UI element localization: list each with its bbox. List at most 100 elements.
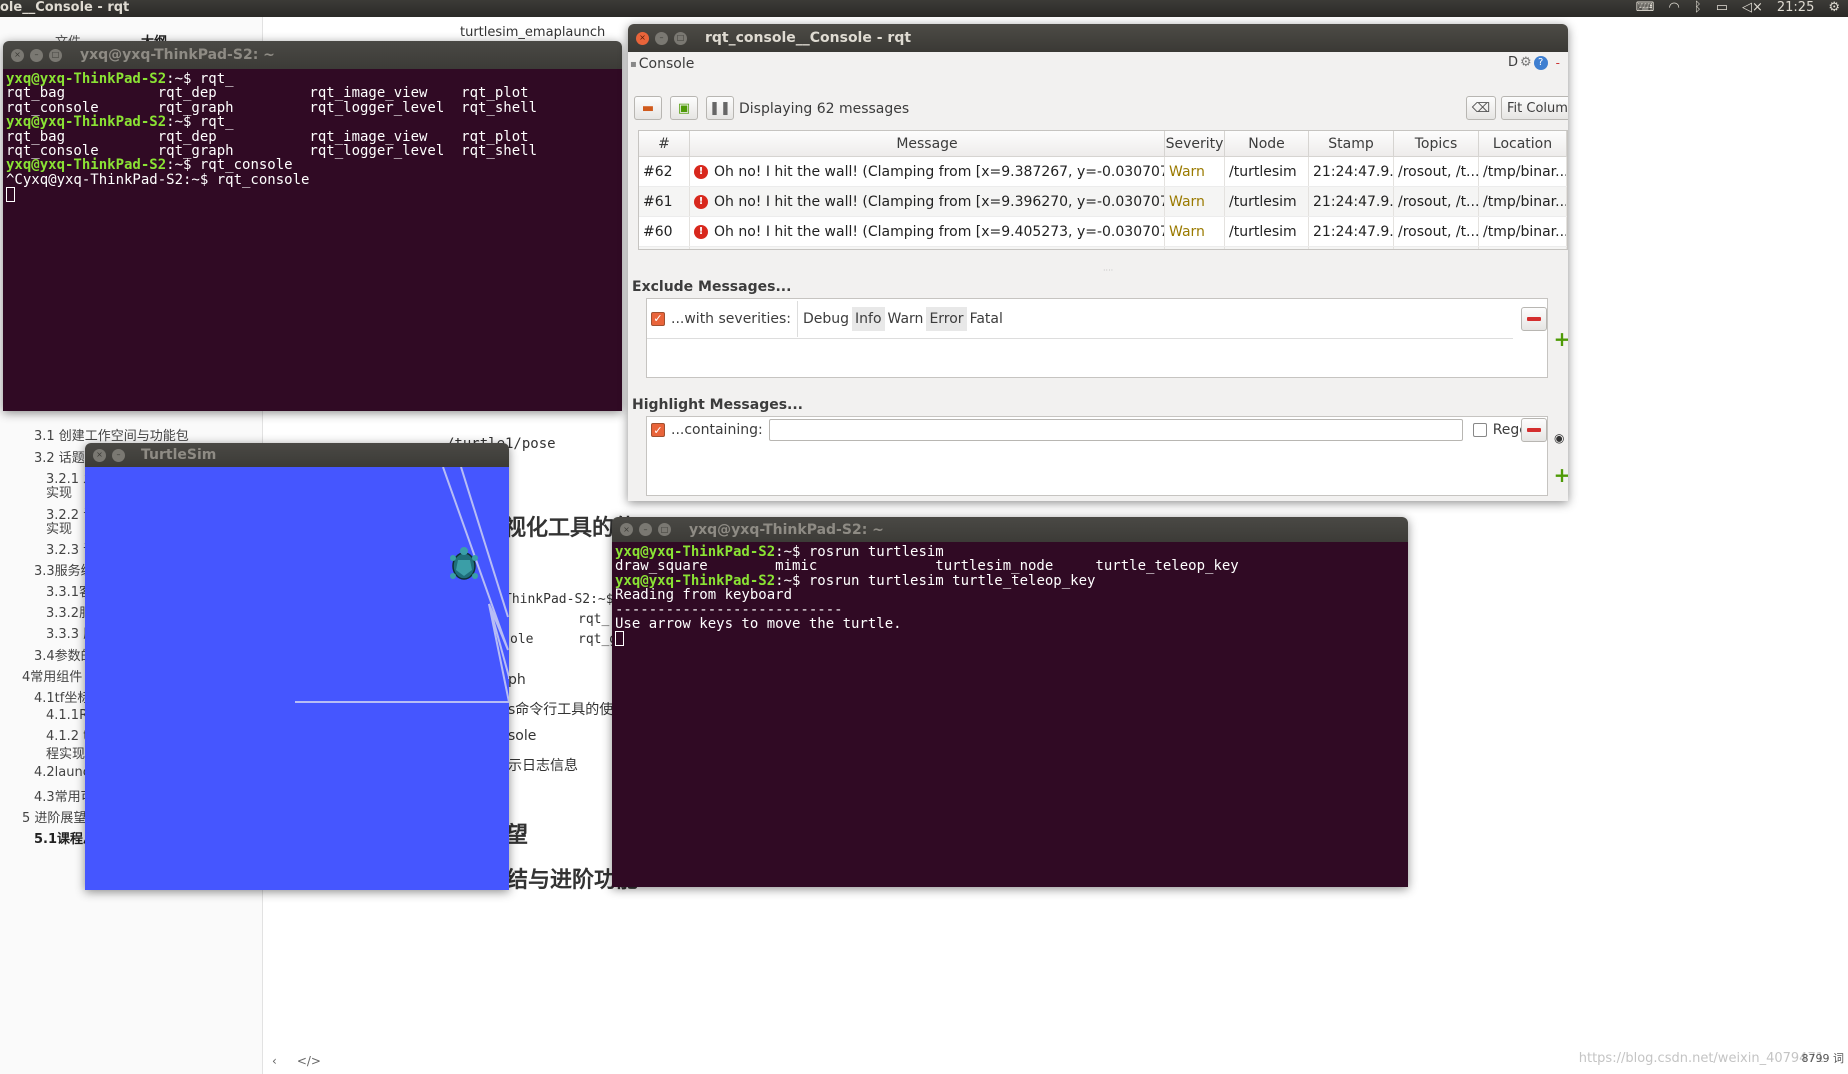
col-location[interactable]: Location xyxy=(1479,131,1567,156)
splitter-handle[interactable]: ···· xyxy=(1103,266,1113,275)
minimize-icon[interactable]: – xyxy=(655,31,668,45)
terminal-2-titlebar[interactable]: × – □ yxq@yxq-ThinkPad-S2: ~ xyxy=(612,517,1408,542)
terminal-1-output[interactable]: yxq@yxq-ThinkPad-S2:~$ rqt_ rqt_bag rqt_d… xyxy=(3,69,622,411)
col-node[interactable]: Node xyxy=(1225,131,1309,156)
toc-item[interactable]: 实现 xyxy=(46,482,72,501)
terminal-1-title: yxq@yxq-ThinkPad-S2: ~ xyxy=(80,47,275,63)
fit-columns-button[interactable]: Fit Columns xyxy=(1501,96,1568,120)
terminal-text: ^Cyxq@yxq-ThinkPad-S2:~$ rqt_console xyxy=(6,171,310,188)
open-button[interactable]: ▬ xyxy=(634,96,662,120)
add-exclude-button[interactable]: + xyxy=(1552,327,1568,351)
terminal-line: yxq@yxq-ThinkPad-S2:~$ rqt_ xyxy=(6,72,619,86)
dock-button[interactable]: D xyxy=(1508,55,1518,70)
severity-warn[interactable]: Warn xyxy=(885,307,927,331)
doc-text-fragment: 望 xyxy=(506,823,529,848)
status-text: Displaying 62 messages xyxy=(739,101,910,117)
rqt-console-window[interactable]: × – □ rqt_console__Console - rqt ▪ Conso… xyxy=(628,24,1568,501)
severity-fatal[interactable]: Fatal xyxy=(967,307,1006,331)
terminal-1-titlebar[interactable]: × – □ yxq@yxq-ThinkPad-S2: ~ xyxy=(3,41,622,69)
rqt-titlebar[interactable]: × – □ rqt_console__Console - rqt xyxy=(628,24,1568,52)
keyboard-icon[interactable]: ⌨ xyxy=(1636,0,1655,16)
cell-message: ! Oh no! I hit the wall! (Clamping from [… xyxy=(690,217,1165,246)
severity-debug[interactable]: Debug xyxy=(800,307,852,331)
collapse-sidebar-icon[interactable]: ‹ xyxy=(272,1054,277,1068)
table-header: # Message Severity Node Stamp Topics Loc… xyxy=(639,131,1567,157)
toc-item[interactable]: 4常用组件 xyxy=(22,666,82,685)
message-table[interactable]: # Message Severity Node Stamp Topics Loc… xyxy=(638,130,1568,250)
cell-node: /turtlesim xyxy=(1225,157,1309,186)
terminal-line: rqt_console rqt_graph rqt_logger_level r… xyxy=(6,144,619,158)
message-rows: #62! Oh no! I hit the wall! (Clamping fro… xyxy=(639,157,1567,249)
exclude-enable-checkbox[interactable]: ✓ xyxy=(651,311,665,326)
table-row[interactable]: #61! Oh no! I hit the wall! (Clamping fro… xyxy=(639,187,1567,217)
terminal-cursor xyxy=(615,631,624,647)
highlight-text-input[interactable] xyxy=(768,419,1463,441)
battery-icon[interactable]: ▭ xyxy=(1716,0,1728,16)
plugin-handle-icon[interactable]: ▪ xyxy=(630,59,637,70)
wifi-icon[interactable]: ◠ xyxy=(1669,0,1680,16)
settings-gear-icon[interactable]: ⚙ xyxy=(1828,0,1840,16)
severity-list[interactable]: Debug Info Warn Error Fatal xyxy=(796,300,1006,337)
close-icon[interactable]: × xyxy=(620,523,633,536)
maximize-icon[interactable]: □ xyxy=(49,48,62,62)
turtlesim-window[interactable]: × – TurtleSim xyxy=(85,443,509,890)
volume-icon[interactable]: ◁× xyxy=(1742,0,1763,16)
maximize-icon[interactable]: □ xyxy=(658,523,671,536)
highlight-options-icon[interactable]: ◉ xyxy=(1554,431,1564,445)
close-icon[interactable]: × xyxy=(93,448,106,462)
close-icon[interactable]: × xyxy=(636,31,649,45)
terminal-window-2[interactable]: × – □ yxq@yxq-ThinkPad-S2: ~ yxq@yxq-Thi… xyxy=(612,517,1408,887)
toc-item[interactable]: 实现 xyxy=(46,518,72,537)
terminal-text: :~$ rosrun turtlesim turtle_teleop_key xyxy=(775,572,1096,589)
doc-text-fragment: turtlesim_emaplaunch xyxy=(460,25,606,40)
turtlesim-titlebar[interactable]: × – TurtleSim xyxy=(85,443,509,467)
highlight-enable-checkbox[interactable]: ✓ xyxy=(651,423,665,437)
regex-checkbox[interactable] xyxy=(1472,423,1487,437)
settings-icon[interactable]: ⚙ xyxy=(1520,55,1532,70)
terminal-2-title: yxq@yxq-ThinkPad-S2: ~ xyxy=(689,521,884,538)
highlight-filter-label: ...containing: xyxy=(671,422,763,438)
terminal-window-1[interactable]: × – □ yxq@yxq-ThinkPad-S2: ~ yxq@yxq-Thi… xyxy=(3,41,622,411)
severity-error[interactable]: Error xyxy=(926,306,967,331)
col-id[interactable]: # xyxy=(639,131,690,156)
col-stamp[interactable]: Stamp xyxy=(1309,131,1394,156)
error-icon: ! xyxy=(694,224,708,239)
col-severity[interactable]: Severity xyxy=(1165,131,1225,156)
minimize-icon[interactable]: – xyxy=(30,48,43,62)
minimize-icon[interactable]: – xyxy=(112,448,125,462)
toc-item[interactable]: 5 进阶展望 xyxy=(22,807,86,826)
table-row[interactable]: #59!Oh no! I hit the wall! (Clamping fro… xyxy=(639,247,1567,249)
maximize-icon[interactable]: □ xyxy=(674,31,687,45)
col-message[interactable]: Message xyxy=(690,131,1165,156)
close-icon[interactable]: × xyxy=(11,48,24,62)
table-row[interactable]: #60! Oh no! I hit the wall! (Clamping fro… xyxy=(639,217,1567,247)
save-button[interactable]: ▣ xyxy=(670,96,698,120)
col-topics[interactable]: Topics xyxy=(1394,131,1479,156)
pause-button[interactable]: ❚❚ xyxy=(706,96,734,120)
severity-info[interactable]: Info xyxy=(852,306,885,331)
add-highlight-button[interactable]: + xyxy=(1552,463,1568,487)
highlight-filter-row: ✓ ...containing: Regex xyxy=(647,417,1549,443)
cell-stamp: 21:24:47.9... xyxy=(1309,247,1394,249)
highlight-box: ✓ ...containing: Regex xyxy=(646,416,1548,496)
close-plugin-icon[interactable]: - xyxy=(1556,56,1560,70)
terminal-line: Use arrow keys to move the turtle. xyxy=(615,617,1405,631)
bluetooth-icon[interactable]: ᛒ xyxy=(1694,0,1702,16)
cell-severity: Warn xyxy=(1165,217,1225,246)
toc-item[interactable]: 3.1 创建工作空间与功能包 xyxy=(34,425,189,444)
cell-stamp: 21:24:47.9... xyxy=(1309,217,1394,246)
clock[interactable]: 21:25 xyxy=(1777,0,1814,16)
source-code-icon[interactable]: </> xyxy=(297,1054,321,1068)
remove-exclude-button[interactable] xyxy=(1521,307,1547,331)
clear-button[interactable]: ⌫ xyxy=(1466,96,1496,120)
toc-item[interactable]: 程实现 xyxy=(46,743,85,762)
terminal-2-output[interactable]: yxq@yxq-ThinkPad-S2:~$ rosrun turtlesim d… xyxy=(612,542,1408,887)
cell-location: /tmp/binar... xyxy=(1479,187,1567,216)
minimize-icon[interactable]: – xyxy=(639,523,652,536)
terminal-line: rqt_bag rqt_dep rqt_image_view rqt_plot xyxy=(6,129,619,144)
table-row[interactable]: #62! Oh no! I hit the wall! (Clamping fro… xyxy=(639,157,1567,187)
help-icon[interactable]: ? xyxy=(1533,55,1548,70)
doc-footer: ‹ </> xyxy=(272,1054,321,1068)
remove-highlight-button[interactable] xyxy=(1521,418,1547,442)
word-count: 8799 词 xyxy=(1801,1052,1845,1065)
